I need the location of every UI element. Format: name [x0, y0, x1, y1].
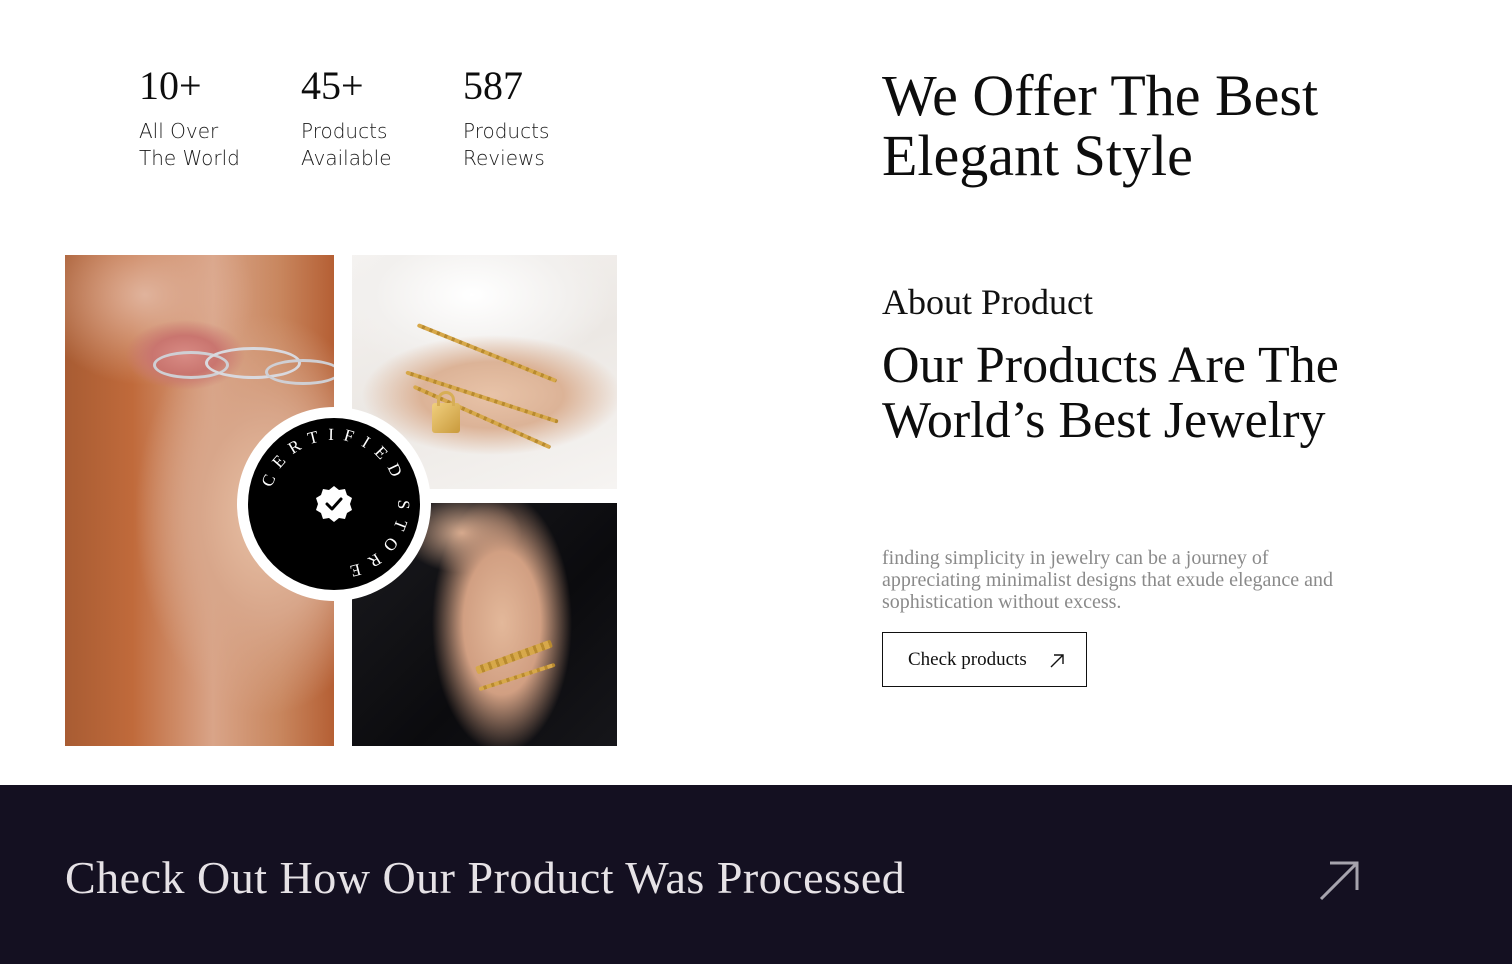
badge-graphic: CERTIFIED STORE	[257, 425, 404, 583]
stat-products: 45+ Products Available	[301, 62, 463, 172]
stat-label: All Over The World	[139, 119, 240, 170]
ring-decoration	[265, 359, 334, 385]
stat-number: 10+	[139, 63, 202, 108]
stat-countries: 10+ All Over The World	[139, 62, 301, 172]
stat-number: 45+	[301, 63, 364, 108]
padlock-charm	[432, 391, 460, 433]
check-products-button[interactable]: Check products	[882, 632, 1087, 687]
stat-label: Products Reviews	[463, 119, 550, 170]
bracelet-chain	[416, 323, 558, 383]
certified-store-badge: CERTIFIED STORE	[248, 418, 420, 590]
check-products-label: Check products	[908, 648, 1027, 670]
stat-reviews: 587 Products Reviews	[463, 62, 625, 172]
hero-headline: We Offer The Best Elegant Style	[882, 63, 1319, 188]
about-title: Our Products Are The World’s Best Jewelr…	[882, 337, 1339, 449]
stat-number: 587	[463, 63, 523, 108]
about-description: finding simplicity in jewelry can be a j…	[882, 547, 1333, 613]
stat-label: Products Available	[301, 119, 392, 170]
about-label: About Product	[882, 282, 1093, 322]
verified-check-icon	[316, 486, 352, 522]
banner-title: Check Out How Our Product Was Processed	[65, 852, 906, 903]
arrow-up-right-icon	[1050, 654, 1064, 668]
stats-row: 10+ All Over The World 45+ Products Avai…	[139, 62, 625, 172]
arrow-up-right-icon[interactable]	[1318, 860, 1360, 902]
